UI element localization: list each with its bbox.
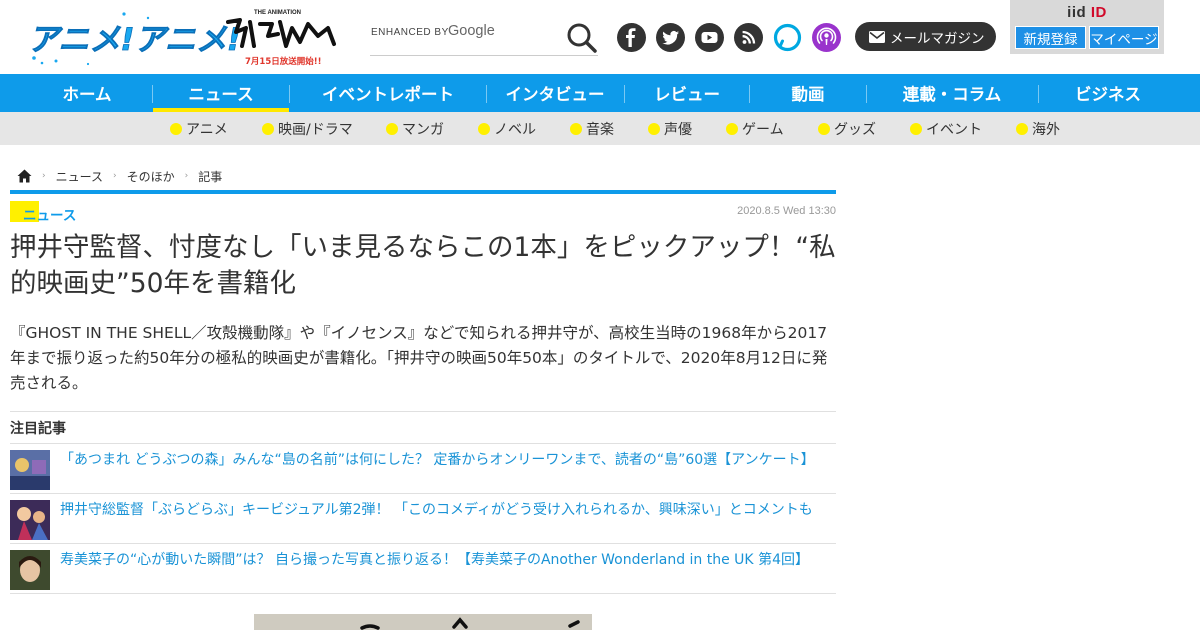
rss-icon[interactable] <box>734 23 763 52</box>
breadcrumb: › ニュース › そのほか › 記事 <box>17 168 222 184</box>
featured-thumbnail <box>10 450 50 490</box>
search-icon[interactable] <box>566 22 598 54</box>
site-logo[interactable]: アニメ!アニメ! THE ANIMATION 7月15日放送開始!! <box>28 6 346 70</box>
subnav-item-movie-drama[interactable]: 映画/ドラマ <box>262 121 353 138</box>
featured-thumbnail <box>10 550 50 590</box>
featured-thumbnail <box>10 500 50 540</box>
nav-item-event-report[interactable]: イベントレポート <box>290 74 486 112</box>
featured-title[interactable]: 押井守総監督「ぶらどらぶ」キービジュアル第2弾！ 「このコメディがどう受け入れら… <box>60 501 813 519</box>
article-lead: 『GHOST IN THE SHELL／攻殻機動隊』や『イノセンス』などで知られ… <box>10 324 828 392</box>
mail-icon <box>869 30 885 43</box>
logo-text: アニメ!アニメ! <box>28 22 241 58</box>
alexa-icon[interactable] <box>773 23 802 52</box>
bullet-dot <box>170 123 182 135</box>
main-nav: ホーム ニュース イベントレポート インタビュー レビュー 動画 連載・コラム … <box>0 74 1200 112</box>
subnav-item-overseas[interactable]: 海外 <box>1016 121 1060 138</box>
subnav-item-music[interactable]: 音楽 <box>570 121 614 138</box>
subnav-item-voice-actor[interactable]: 声優 <box>648 121 692 138</box>
bullet-dot <box>262 123 274 135</box>
bullet-dot <box>726 123 738 135</box>
chevron-right-icon: › <box>184 171 189 181</box>
subnav-item-game[interactable]: ゲーム <box>726 121 784 138</box>
iid-account-box: iid ID 新規登録 マイページ <box>1010 0 1164 54</box>
featured-item[interactable]: 「あつまれ どうぶつの森」みんな“島の名前”は何にした？ 定番からオンリーワンま… <box>10 443 836 493</box>
bullet-dot <box>478 123 490 135</box>
mypage-button[interactable]: マイページ <box>1089 26 1159 49</box>
nav-item-news[interactable]: ニュース <box>153 74 289 112</box>
featured-item[interactable]: 押井守総監督「ぶらどらぶ」キービジュアル第2弾！ 「このコメディがどう受け入れら… <box>10 493 836 543</box>
breadcrumb-news[interactable]: ニュース <box>56 168 103 185</box>
subnav-item-anime[interactable]: アニメ <box>170 121 228 138</box>
youtube-icon[interactable] <box>695 23 724 52</box>
facebook-icon[interactable] <box>617 23 646 52</box>
subnav-item-event[interactable]: イベント <box>910 121 982 138</box>
subnav-item-novel[interactable]: ノベル <box>478 121 536 138</box>
bullet-dot <box>386 123 398 135</box>
category-label[interactable]: ニュース <box>23 204 76 224</box>
twitter-icon[interactable] <box>656 23 685 52</box>
article-divider <box>10 190 836 194</box>
chevron-right-icon: › <box>42 171 46 181</box>
book-cover-image <box>254 614 592 630</box>
logo-promo: 7月15日放送開始!! <box>245 56 322 67</box>
mail-magazine-button[interactable]: メールマガジン <box>855 22 996 51</box>
search-box[interactable]: ENHANCED BY Google <box>370 20 598 56</box>
bullet-dot <box>648 123 660 135</box>
subnav-item-manga[interactable]: マンガ <box>386 121 444 138</box>
sub-nav: アニメ 映画/ドラマ マンガ ノベル 音楽 声優 ゲーム グッズ イベント 海外 <box>0 112 1200 145</box>
featured-title[interactable]: 「あつまれ どうぶつの森」みんな“島の名前”は何にした？ 定番からオンリーワンま… <box>60 451 815 469</box>
bullet-dot <box>818 123 830 135</box>
bullet-dot <box>910 123 922 135</box>
breadcrumb-article: 記事 <box>198 169 223 184</box>
logo-sub-title: THE ANIMATION <box>254 10 301 16</box>
mail-magazine-label: メールマガジン <box>890 30 985 46</box>
register-button[interactable]: 新規登録 <box>1015 26 1086 49</box>
nav-item-home[interactable]: ホーム <box>22 74 152 112</box>
nav-item-business[interactable]: ビジネス <box>1039 74 1177 112</box>
search-google-label: Google <box>448 23 495 39</box>
featured-item[interactable]: 寿美菜子の“心が動いた瞬間”は？ 自ら撮った写真と振り返る！【寿美菜子のAnot… <box>10 543 836 593</box>
bullet-dot <box>1016 123 1028 135</box>
featured-divider <box>10 411 836 412</box>
nav-item-video[interactable]: 動画 <box>750 74 866 112</box>
subnav-item-goods[interactable]: グッズ <box>818 121 876 138</box>
nav-item-interview[interactable]: インタビュー <box>487 74 623 112</box>
featured-bottom-divider <box>10 593 836 594</box>
featured-heading: 注目記事 <box>10 421 66 437</box>
featured-title[interactable]: 寿美菜子の“心が動いた瞬間”は？ 自ら撮った写真と振り返る！【寿美菜子のAnot… <box>60 551 809 569</box>
breadcrumb-other[interactable]: そのほか <box>127 168 175 185</box>
search-enhanced-label: ENHANCED BY <box>371 27 449 38</box>
bullet-dot <box>570 123 582 135</box>
article-date: 2020.8.5 Wed 13:30 <box>737 205 836 217</box>
podcast-icon[interactable] <box>812 23 841 52</box>
article-title: 押井守監督、忖度なし「いま見るならこの1本」をピックアップ！“私的映画史”50年… <box>10 232 836 299</box>
site-header: アニメ!アニメ! THE ANIMATION 7月15日放送開始!! ENHAN… <box>0 0 1200 74</box>
iid-logo: iid ID <box>1067 4 1107 21</box>
chevron-right-icon: › <box>113 171 117 181</box>
home-icon[interactable] <box>17 169 32 183</box>
nav-item-column[interactable]: 連載・コラム <box>867 74 1037 112</box>
nav-item-review[interactable]: レビュー <box>625 74 749 112</box>
